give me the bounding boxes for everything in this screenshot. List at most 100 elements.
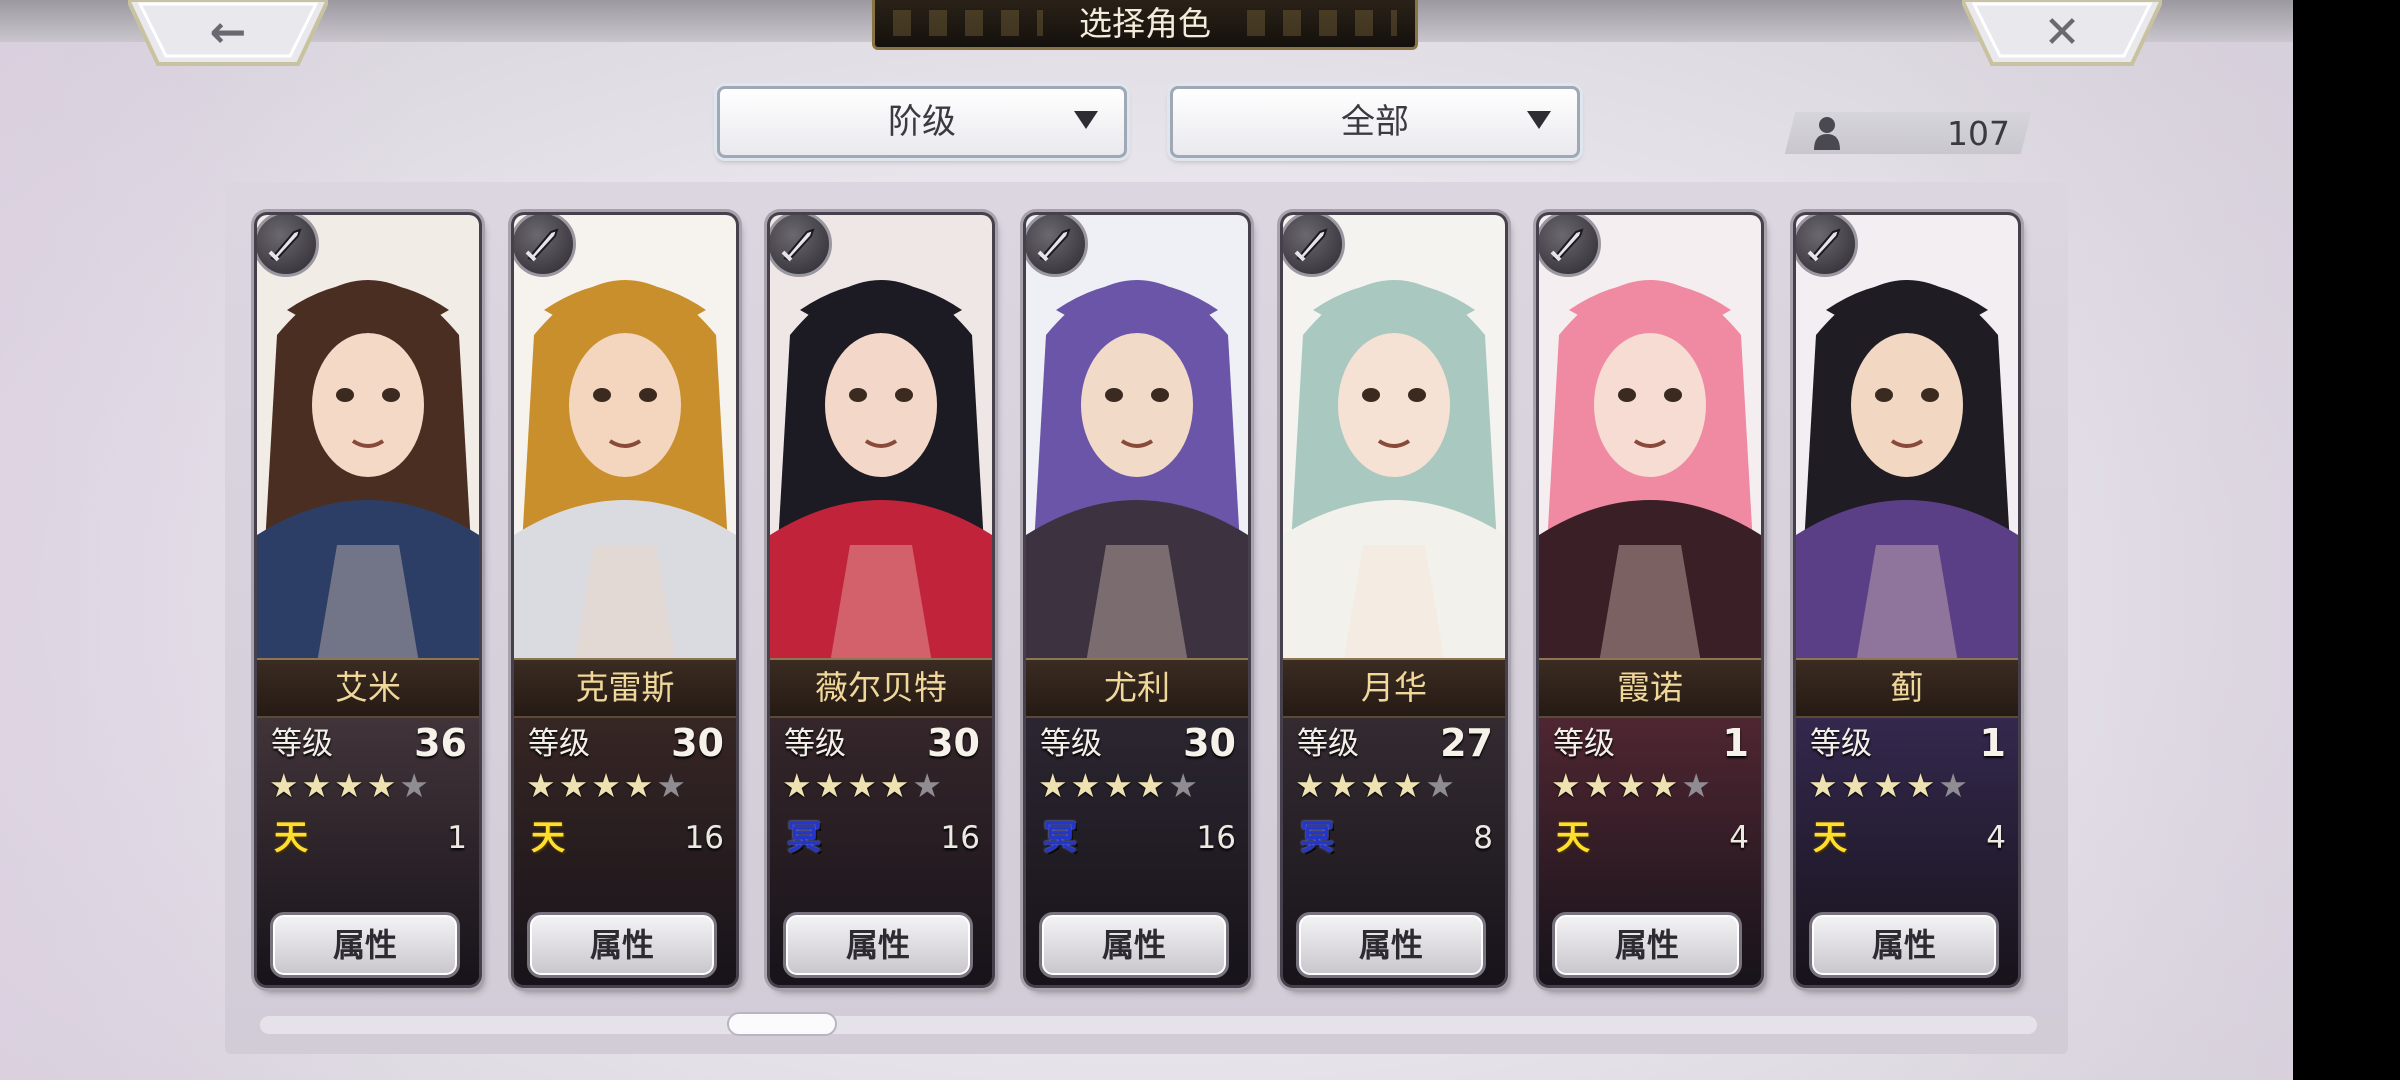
star-rating: ★★★★★ [782,768,982,804]
star-icon: ★ [1392,766,1426,805]
star-rating: ★★★★★ [1295,768,1495,804]
star-icon: ★ [1681,766,1714,805]
person-icon [1814,117,1840,150]
star-icon: ★ [1360,766,1393,805]
close-button[interactable]: ✕ [1962,0,2162,66]
game-screen: ← ✕ 选择角色 阶级 全部 107 艾米 等级 36 ★★★★★ 天 1 属性 克雷斯 等级 3… [0,0,2293,1080]
star-icon: ★ [334,766,367,805]
element-badge: 冥 [787,818,821,858]
level-value: 30 [1183,721,1236,765]
level-value: 30 [927,721,980,765]
star-icon: ★ [1938,766,1971,805]
attribute-button[interactable]: 属性 [1296,912,1486,978]
element-badge: 冥 [1300,818,1334,858]
character-stats: 等级 30 ★★★★★ 冥 16 属性 [770,716,992,985]
star-rating: ★★★★★ [1808,768,2008,804]
attribute-button[interactable]: 属性 [270,912,460,978]
character-card[interactable]: 克雷斯 等级 30 ★★★★★ 天 16 属性 [514,215,736,985]
star-icon: ★ [558,766,592,805]
level-label: 等级 [528,726,590,762]
star-icon: ★ [1295,766,1328,805]
character-stats: 等级 1 ★★★★★ 天 4 属性 [1539,716,1761,985]
back-button[interactable]: ← [128,0,328,66]
character-portrait [1026,215,1248,663]
attribute-button[interactable]: 属性 [1552,912,1742,978]
star-icon: ★ [623,766,657,805]
close-icon: ✕ [2043,7,2081,58]
attribute-button[interactable]: 属性 [1809,912,1999,978]
back-arrow-icon: ← [209,7,247,58]
duplicate-count: 4 [1729,820,1749,856]
star-icon: ★ [269,766,302,805]
level-label: 等级 [1553,726,1615,762]
sword-icon [525,228,559,262]
character-name: 蓟 [1796,658,2018,718]
element-badge: 天 [1813,818,1847,858]
element-badge: 天 [274,818,308,858]
title-plate: 选择角色 [872,0,1418,50]
character-name: 艾米 [257,658,479,718]
rank-filter-dropdown[interactable]: 阶级 [717,86,1127,158]
level-label: 等级 [271,726,333,762]
character-card[interactable]: 艾米 等级 36 ★★★★★ 天 1 属性 [257,215,479,985]
level-value: 1 [1979,721,2006,765]
level-value: 1 [1722,721,1749,765]
sword-icon [1294,228,1328,262]
category-filter-value: 全部 [1341,102,1409,142]
character-card[interactable]: 月华 等级 27 ★★★★★ 冥 8 属性 [1283,215,1505,985]
horizontal-scrollbar-thumb[interactable] [727,1012,837,1036]
roster-count: 107 [1947,114,2010,153]
star-icon: ★ [591,766,624,805]
sword-icon [781,228,815,262]
level-label: 等级 [1810,726,1872,762]
character-card[interactable]: 尤利 等级 30 ★★★★★ 冥 16 属性 [1026,215,1248,985]
star-icon: ★ [1327,766,1361,805]
star-icon: ★ [1840,766,1874,805]
duplicate-count: 1 [447,820,467,856]
character-name: 尤利 [1026,658,1248,718]
star-icon: ★ [1873,766,1906,805]
star-icon: ★ [1425,766,1458,805]
attribute-button[interactable]: 属性 [1039,912,1229,978]
character-portrait [257,215,479,663]
duplicate-count: 4 [1986,820,2006,856]
star-icon: ★ [1038,766,1071,805]
attribute-button[interactable]: 属性 [783,912,973,978]
sword-icon [1807,228,1841,262]
star-icon: ★ [1103,766,1136,805]
star-icon: ★ [1135,766,1169,805]
character-portrait [1796,215,2018,663]
character-stats: 等级 30 ★★★★★ 冥 16 属性 [1026,716,1248,985]
star-icon: ★ [1808,766,1841,805]
star-icon: ★ [301,766,335,805]
star-icon: ★ [782,766,815,805]
character-name: 霞诺 [1539,658,1761,718]
star-icon: ★ [1616,766,1649,805]
star-icon: ★ [656,766,689,805]
star-icon: ★ [1551,766,1584,805]
star-icon: ★ [1648,766,1682,805]
star-icon: ★ [912,766,945,805]
star-icon: ★ [814,766,848,805]
character-portrait [514,215,736,663]
character-card[interactable]: 蓟等级 1 ★★★★★ 天 4 属性 [1796,215,2018,985]
element-badge: 天 [1556,818,1590,858]
katana-icon [1037,228,1071,262]
page-title: 选择角色 [1079,4,1211,43]
duplicate-count: 16 [940,820,980,856]
attribute-button[interactable]: 属性 [527,912,717,978]
character-stats: 等级 27 ★★★★★ 冥 8 属性 [1283,716,1505,985]
character-card[interactable]: 薇尔贝特 等级 30 ★★★★★ 冥 16 属性 [770,215,992,985]
character-card[interactable]: 霞诺等级 1 ★★★★★ 天 4 属性 [1539,215,1761,985]
star-icon: ★ [879,766,913,805]
rank-filter-value: 阶级 [888,102,956,142]
category-filter-dropdown[interactable]: 全部 [1170,86,1580,158]
level-value: 27 [1440,721,1493,765]
star-rating: ★★★★★ [1551,768,1751,804]
star-icon: ★ [847,766,880,805]
horizontal-scrollbar-track[interactable] [260,1016,2037,1034]
star-icon: ★ [1070,766,1104,805]
star-icon: ★ [1168,766,1201,805]
character-name: 薇尔贝特 [770,658,992,718]
chevron-down-icon [1074,111,1098,129]
